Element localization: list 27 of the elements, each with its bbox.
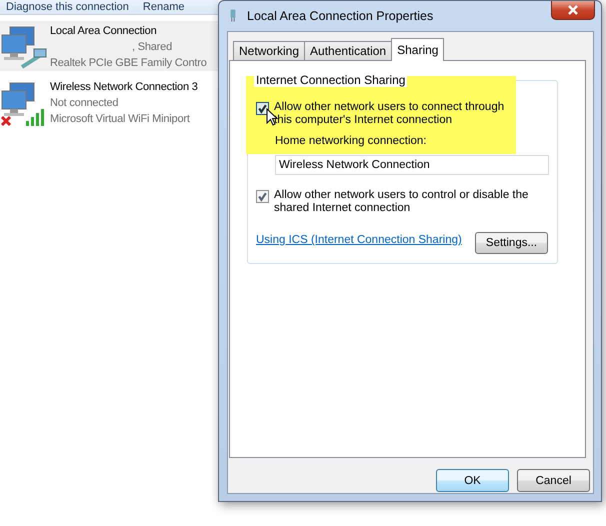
checkbox[interactable] xyxy=(256,102,269,115)
device-name: Realtek PCIe GBE Family Contro xyxy=(50,56,207,71)
connection-status: Not connected xyxy=(50,96,120,111)
connection-name: Local Area Connection xyxy=(50,24,158,39)
field-label: Home networking connection: xyxy=(275,135,428,147)
cancel-button[interactable]: Cancel xyxy=(517,469,590,492)
checkbox-label: Allow other network users to control or disable the shared Internet connection xyxy=(274,189,530,215)
group-title: Internet Connection Sharing xyxy=(254,73,408,87)
connection-name: Wireless Network Connection 3 xyxy=(50,80,198,95)
toolbar-button[interactable]: Diagnose this connection xyxy=(6,0,129,14)
tab[interactable]: Authentication xyxy=(304,41,392,60)
connection-status: , Shared xyxy=(131,40,173,55)
checkbox[interactable] xyxy=(256,190,269,203)
close-icon xyxy=(568,5,578,15)
device-name: Microsoft Virtual WiFi Miniport xyxy=(50,112,191,127)
connection-item[interactable]: Wireless Network Connection 3 Not connected Microsoft Virtual WiFi Miniport xyxy=(0,77,218,127)
plug-icon xyxy=(229,9,237,23)
ok-button[interactable]: OK xyxy=(436,469,509,492)
tab[interactable]: Sharing xyxy=(391,38,444,61)
window-title: Local Area Connection Properties xyxy=(247,9,434,23)
settings-button[interactable]: Settings... xyxy=(475,232,548,254)
connection-item[interactable]: Local Area Connection , Shared Realtek PCIe GBE Family Contro xyxy=(0,21,218,71)
help-link[interactable]: Using ICS (Internet Connection Sharing) xyxy=(256,234,462,246)
close-button[interactable] xyxy=(551,1,595,20)
toolbar-button[interactable]: Rename xyxy=(142,0,184,14)
tab[interactable]: Networking xyxy=(233,41,306,60)
home-network-field[interactable]: Wireless Network Connection xyxy=(275,155,549,175)
